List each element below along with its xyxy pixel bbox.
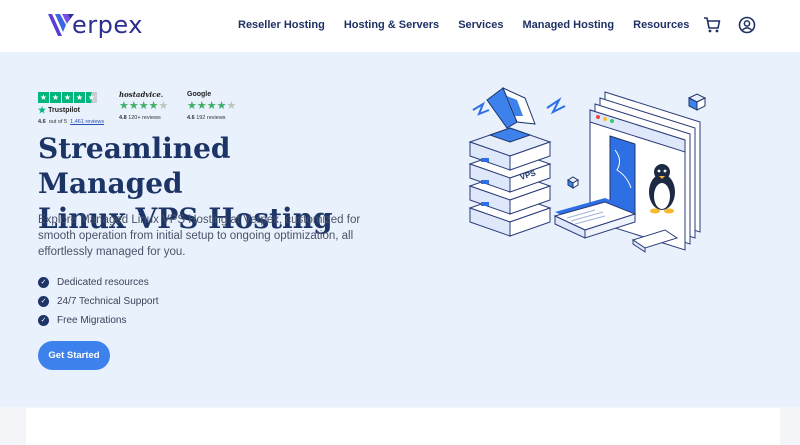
cart-icon[interactable] [703,16,721,34]
main-nav: Reseller Hosting Hosting & Servers Servi… [238,19,689,31]
next-section-card [26,408,780,445]
google-stars: ★★★★★ [187,100,237,112]
trustpilot-reviews-link[interactable]: 1,461 reviews [70,119,104,125]
nav-hosting-servers[interactable]: Hosting & Servers [344,19,439,31]
trustpilot-star-icon: ★ [38,105,47,115]
check-icon: ✓ [38,296,49,307]
verpex-logo[interactable]: erpex [46,10,143,40]
logo-text: erpex [72,11,143,39]
feature-list: ✓ Dedicated resources ✓ 24/7 Technical S… [38,273,159,330]
hostadvice-rating[interactable]: hostadvice. ★★★★★ 4.8 120+ reviews [119,90,168,121]
account-icon[interactable] [738,16,756,34]
check-icon: ✓ [38,315,49,326]
trustpilot-label: ★ Trustpilot [38,105,80,115]
site-header: erpex Reseller Hosting Hosting & Servers… [0,0,800,52]
hostadvice-label: hostadvice. [119,90,164,99]
nav-resources[interactable]: Resources [633,19,689,31]
hero-description: Explore Managed Linux VPS Hosting at Ver… [38,214,361,258]
nav-services[interactable]: Services [458,19,503,31]
trustpilot-summary: 4.6 out of 5 1,461 reviews [38,119,105,125]
feature-item: ✓ Dedicated resources [38,273,159,292]
nav-managed-hosting[interactable]: Managed Hosting [522,19,614,31]
trustpilot-rating[interactable]: ★ ★ ★ ★ ★ ★ Trustpilot 4.6 out of 5 1,461 re… [38,90,104,125]
nav-reseller-hosting[interactable]: Reseller Hosting [238,19,325,31]
feature-item: ✓ 24/7 Technical Support [38,292,159,311]
check-icon: ✓ [38,277,49,288]
trustpilot-stars: ★ ★ ★ ★ ★ [38,92,97,103]
hostadvice-stars: ★★★★★ [119,100,169,112]
google-summary: 4.6 192 reviews [187,115,226,121]
feature-item: ✓ Free Migrations [38,311,159,330]
server-illustration-icon: VPS [468,87,707,253]
google-rating[interactable]: Google ★★★★★ 4.6 192 reviews [187,90,236,121]
get-started-button[interactable]: Get Started [38,341,110,370]
google-label: Google [187,91,212,98]
hostadvice-summary: 4.8 120+ reviews [119,115,161,121]
vps-illustration: VPS [455,80,725,280]
